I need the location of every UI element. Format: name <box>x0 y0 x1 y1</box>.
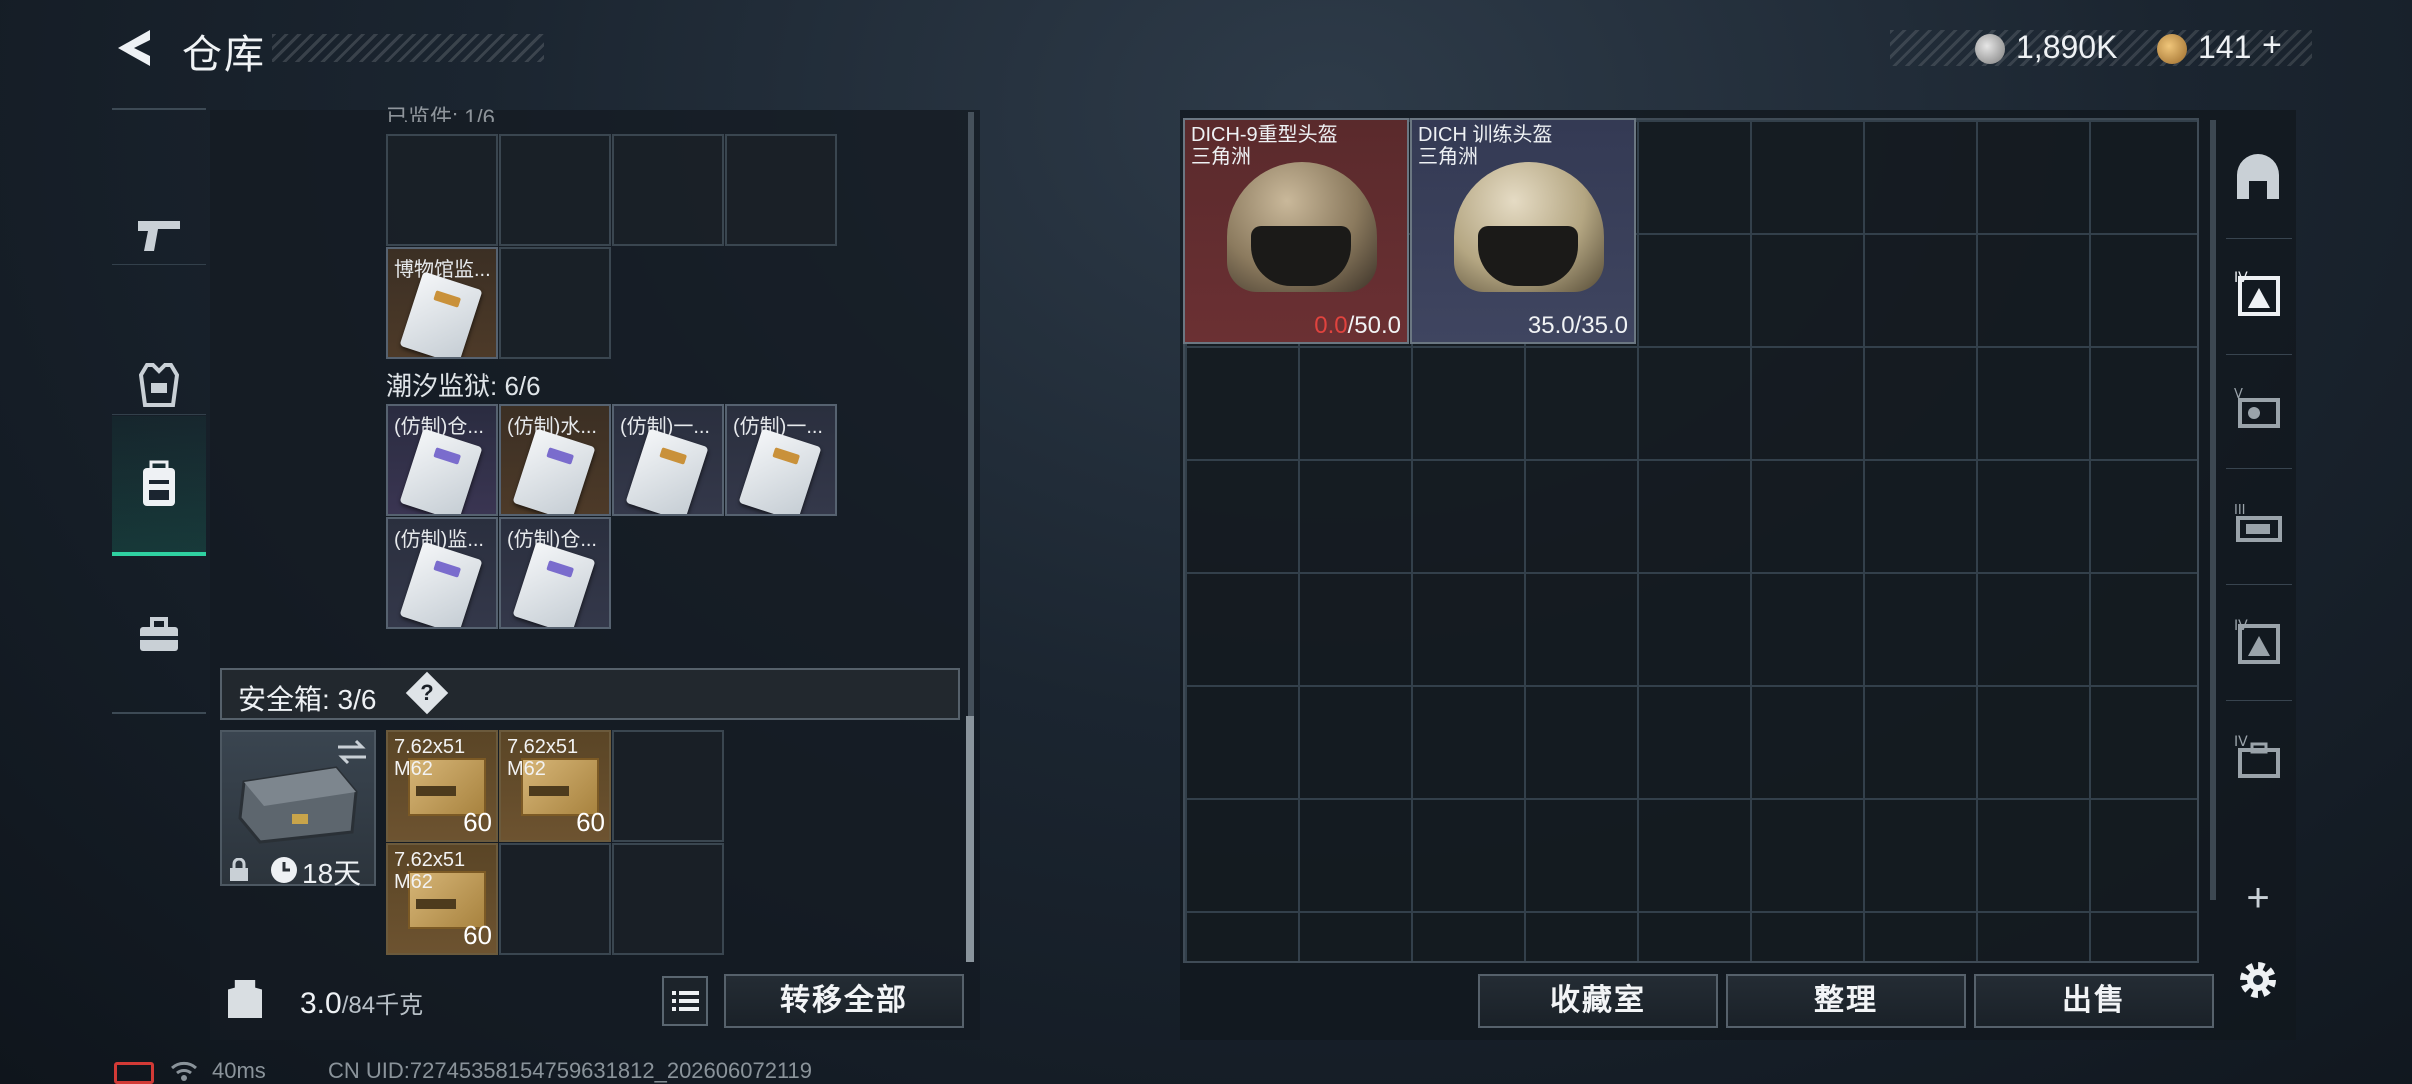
nav-case[interactable] <box>112 570 206 700</box>
safe-cell[interactable] <box>499 843 611 955</box>
stash-scrollbar[interactable] <box>2210 120 2216 900</box>
list-icon <box>672 991 699 1011</box>
ammo-count: 60 <box>463 920 492 950</box>
clock-icon <box>271 857 297 883</box>
swap-icon[interactable] <box>336 738 368 766</box>
toolbox-icon <box>140 617 178 651</box>
helmet-lvl4-icon: IV <box>2234 270 2280 316</box>
grid-cell[interactable] <box>612 134 724 246</box>
svg-text:IV: IV <box>2234 734 2248 750</box>
nav-firearms[interactable] <box>112 170 206 300</box>
museum-keycard-item[interactable]: 博物馆监... <box>386 247 498 359</box>
tide-prison-label: 潮汐监狱: 6/6 <box>386 371 541 401</box>
depot-filter[interactable] <box>2230 150 2286 206</box>
tide-card-item[interactable]: (仿制)仓... <box>499 517 611 629</box>
rig-lvl5-icon: V <box>2234 387 2280 428</box>
helmet-icon <box>1227 162 1377 292</box>
durability: 35.0/35.0 <box>1527 312 1628 339</box>
grid-cell[interactable] <box>725 134 837 246</box>
silver-coin-icon <box>1975 34 2005 64</box>
ammo-count: 60 <box>576 807 605 837</box>
safe-cell[interactable] <box>612 843 724 955</box>
user-uid: CN UID:72745358154759631812_202606072119 <box>328 1058 813 1083</box>
grid-cell[interactable] <box>386 134 498 246</box>
depot-icon <box>2237 154 2279 199</box>
ammo-item[interactable]: 7.62x51 M62 60 <box>386 730 498 842</box>
collection-room-button[interactable]: 收藏室 <box>1478 974 1718 1028</box>
category-nav <box>112 108 206 714</box>
helmet-item[interactable]: DICH-9重型头盔 三角洲 0.0/50.0 <box>1183 118 1409 344</box>
weight-readout: 3.0/84千克 <box>300 987 424 1020</box>
keycard-icon <box>625 428 709 514</box>
storage-scroll-thumb[interactable] <box>966 716 974 962</box>
keycard-icon <box>399 541 483 627</box>
safe-cell[interactable] <box>612 730 724 842</box>
backpack-icon <box>143 460 175 506</box>
tide-card-item[interactable]: (仿制)监... <box>386 517 498 629</box>
settings-button[interactable] <box>2230 952 2286 1008</box>
gold-coin-icon <box>2157 34 2187 64</box>
tide-card-item[interactable]: (仿制)一... <box>612 404 724 516</box>
transfer-all-button[interactable]: 转移全部 <box>724 974 964 1028</box>
grid-cell[interactable] <box>499 134 611 246</box>
tide-card-item[interactable]: (仿制)一... <box>725 404 837 516</box>
keycard-icon <box>399 428 483 514</box>
case-lvl4-icon: IV <box>2234 734 2280 778</box>
backpack-filter[interactable]: III <box>2230 498 2286 554</box>
backpack-lvl3-icon: III <box>2234 503 2282 542</box>
ammo-item[interactable]: 7.62x51 M62 60 <box>499 730 611 842</box>
keycard-icon <box>738 428 822 514</box>
safe-box-label: 安全箱: 3/6 <box>238 684 377 715</box>
silver-amount: 1,890K <box>2016 29 2118 65</box>
case-duration: 18天 <box>302 858 362 889</box>
keycard-icon <box>512 428 596 514</box>
sort-button[interactable]: 整理 <box>1726 974 1966 1028</box>
helmet-alt-filter[interactable]: IV <box>2230 614 2286 670</box>
tide-card-item[interactable]: (仿制)仓... <box>386 404 498 516</box>
lock-icon <box>230 858 248 881</box>
helmet-icon <box>1454 162 1604 292</box>
wifi-icon <box>171 1061 197 1081</box>
keycard-icon <box>512 541 596 627</box>
ping-readout: 40ms <box>212 1058 266 1083</box>
helmet-filter[interactable]: IV <box>2230 266 2286 322</box>
helmet-lvl4-alt-icon: IV <box>2234 618 2280 664</box>
safe-case-slot[interactable]: 18天 <box>220 730 376 889</box>
list-view-button[interactable] <box>662 976 708 1026</box>
sell-button[interactable]: 出售 <box>1974 974 2214 1028</box>
durability: 0.0/50.0 <box>1314 312 1401 339</box>
vest-icon <box>139 363 179 407</box>
keycard-icon <box>399 271 483 357</box>
back-button[interactable] <box>112 26 154 70</box>
tide-card-item[interactable]: (仿制)水... <box>499 404 611 516</box>
page-title: 仓库 <box>182 33 266 77</box>
settings-icon <box>2240 962 2276 998</box>
title-decoration <box>272 34 544 62</box>
pistol-icon <box>138 221 180 251</box>
back-arrow-icon <box>118 30 150 66</box>
section-label-top: 已览件: 1/6 <box>386 105 495 122</box>
add-currency-button[interactable]: + <box>2262 26 2282 65</box>
ammo-count: 60 <box>463 807 492 837</box>
safe-case-icon <box>238 766 358 844</box>
helmet-item[interactable]: DICH 训练头盔 三角洲 35.0/35.0 <box>1410 118 1636 344</box>
nav-backpack[interactable] <box>112 416 206 556</box>
help-button[interactable]: ? <box>405 671 449 715</box>
svg-text:III: III <box>2234 503 2246 518</box>
gold-amount: 141 <box>2198 29 2252 65</box>
case-filter[interactable]: IV <box>2230 730 2286 786</box>
ammo-item[interactable]: 7.62x51 M62 60 <box>386 843 498 955</box>
stash-filter-bar: IV V III IV IV + <box>2218 110 2296 1040</box>
battery-icon <box>114 1062 154 1084</box>
rig-filter[interactable]: V <box>2230 382 2286 438</box>
grid-cell[interactable] <box>499 247 611 359</box>
add-icon[interactable]: + <box>2230 870 2286 926</box>
